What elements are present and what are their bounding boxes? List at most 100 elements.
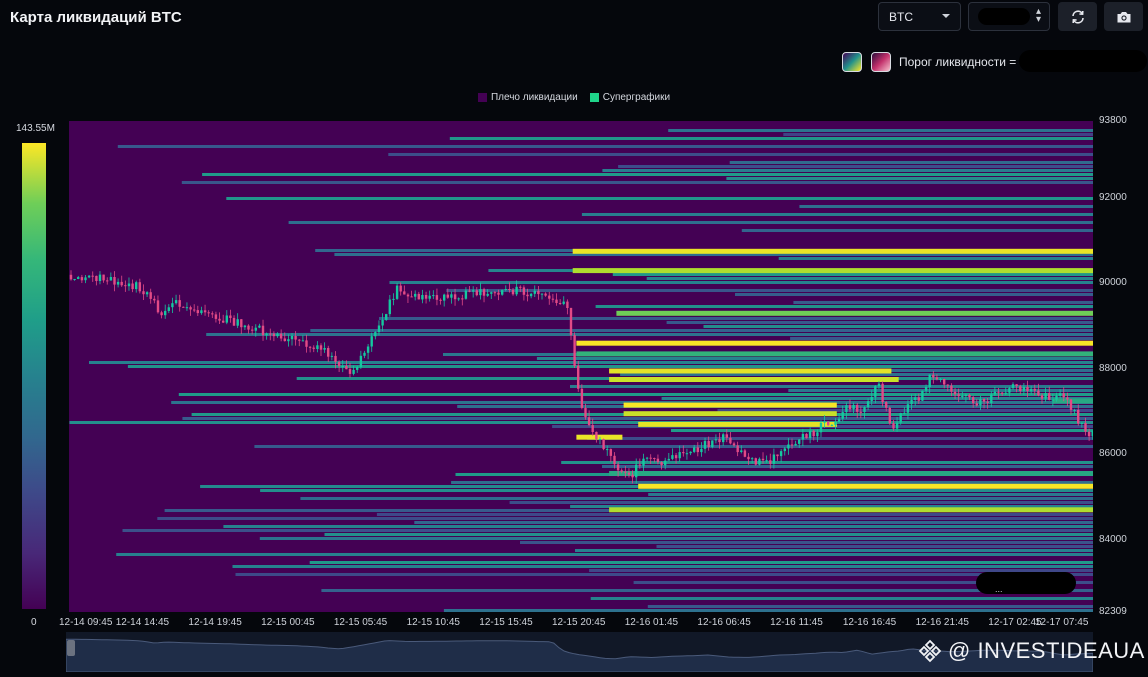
legend-swatch <box>589 93 599 102</box>
liquidity-band <box>726 177 1093 180</box>
candle-body <box>193 309 196 311</box>
liquidation-level <box>576 351 1093 357</box>
candle-body <box>149 292 152 299</box>
candle-body <box>772 454 776 464</box>
candle-body <box>432 295 435 297</box>
candle-body <box>276 333 279 337</box>
candle-body <box>732 443 736 446</box>
palette-pink-swatch[interactable] <box>871 52 891 72</box>
candle-body <box>138 282 141 292</box>
refresh-button[interactable] <box>1058 2 1097 31</box>
candle-body <box>519 286 522 288</box>
candle-body <box>696 447 699 453</box>
candle-body <box>131 283 134 290</box>
candle-body <box>207 312 210 314</box>
period-select[interactable]: ▴ ▾ <box>968 2 1050 31</box>
candle-body <box>787 444 790 449</box>
candle-body <box>403 291 406 295</box>
candle-body <box>232 317 236 326</box>
candle-body <box>124 285 127 287</box>
liquidity-band <box>89 361 1093 364</box>
redacted-value <box>978 8 1030 25</box>
liquidity-band <box>389 281 1093 284</box>
palette-viridis-swatch[interactable] <box>842 52 862 72</box>
candle-body <box>935 377 939 380</box>
candle-body <box>653 458 656 459</box>
candle-body <box>178 300 181 307</box>
liquidity-threshold-label: Порог ликвидности = 0 <box>899 55 1027 69</box>
candle-body <box>174 300 178 304</box>
legend-item-liquidation-leverage[interactable]: Плечо ликвидации <box>477 92 578 103</box>
liquidity-band <box>661 397 1093 400</box>
candle-body <box>529 293 533 297</box>
candle-body <box>863 407 866 413</box>
candle-body <box>660 462 663 466</box>
candle-body <box>754 458 757 465</box>
candle-body <box>979 399 982 406</box>
candle-body <box>435 295 439 300</box>
candle-body <box>482 289 486 296</box>
candle-body <box>142 291 145 295</box>
candle-body <box>377 325 381 333</box>
liquidity-band <box>668 129 1093 132</box>
candle-body <box>609 449 612 456</box>
candle-body <box>1026 386 1029 392</box>
candle-body <box>558 303 562 304</box>
candle-body <box>1051 399 1055 401</box>
candle-body <box>711 440 714 448</box>
screenshot-button[interactable] <box>1104 2 1143 31</box>
candle-body <box>1008 388 1011 393</box>
watermark: @ INVESTIDEAUA <box>918 638 1145 664</box>
x-tick-label: 12-17 07:45 <box>1035 617 1089 628</box>
candle-body <box>479 289 482 296</box>
candle-body <box>200 310 203 314</box>
candle-body <box>573 335 576 366</box>
navigator-handle[interactable] <box>67 640 75 656</box>
liquidity-band <box>647 605 1093 608</box>
candle-body <box>707 440 710 448</box>
candle-body <box>156 300 160 313</box>
candle-body <box>450 294 453 298</box>
coin-select[interactable]: BTC <box>878 2 961 31</box>
candle-body <box>272 333 276 337</box>
candle-body <box>903 412 906 414</box>
liquidity-band <box>376 513 1093 516</box>
candle-body <box>461 298 464 300</box>
candle-body <box>682 452 685 454</box>
candle-body <box>827 421 830 426</box>
candle-body <box>236 319 239 326</box>
candle-body <box>116 281 120 285</box>
candle-body <box>229 315 232 318</box>
liquidity-band <box>587 437 1093 440</box>
candle-body <box>1019 386 1022 391</box>
liquidity-band <box>793 301 1093 304</box>
candle-body <box>950 385 953 392</box>
candle-body <box>414 293 417 297</box>
x-tick-label: 12-16 16:45 <box>842 617 897 628</box>
candle-body <box>551 298 555 300</box>
candle-body <box>381 319 384 326</box>
x-tick-label: 12-15 15:45 <box>479 617 533 628</box>
liquidity-band <box>206 333 1093 336</box>
candle-body <box>214 314 218 319</box>
candle-body <box>457 298 460 300</box>
candle-body <box>805 433 808 439</box>
candle-body <box>555 299 558 303</box>
liquidity-band <box>646 277 1093 280</box>
candle-body <box>895 422 899 429</box>
liquidity-band <box>157 517 1093 520</box>
liquidity-band <box>602 169 1093 172</box>
candle-body <box>211 313 214 315</box>
candle-body <box>337 361 341 367</box>
liquidity-band <box>324 533 1093 536</box>
x-tick-label: 12-15 10:45 <box>406 617 460 628</box>
candle-body <box>664 460 667 466</box>
candle-body <box>298 339 301 341</box>
liquidation-heatmap[interactable] <box>69 121 1093 612</box>
candle-body <box>968 394 971 398</box>
candle-body <box>899 413 902 423</box>
candle-body <box>714 439 718 441</box>
candle-body <box>428 295 431 299</box>
candle-body <box>410 296 413 298</box>
legend-item-supercharts[interactable]: Суперграфики <box>589 92 670 103</box>
